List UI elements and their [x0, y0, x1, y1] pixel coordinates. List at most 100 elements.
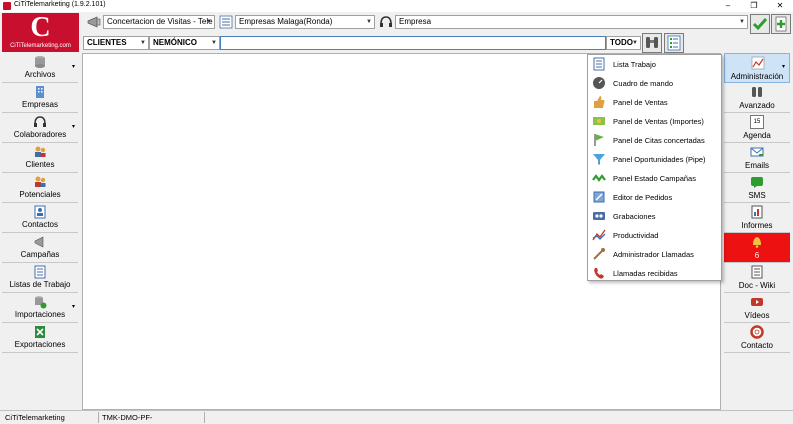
sidebar-item-empresas[interactable]: Empresas: [2, 83, 78, 113]
menu-item-editor-de-pedidos[interactable]: Editor de Pedidos: [588, 188, 721, 207]
chevron-down-icon[interactable]: ▾: [782, 63, 785, 70]
menu-item-panel-de-citas-concertadas[interactable]: Panel de Citas concertadas: [588, 131, 721, 150]
megaphone-icon: [34, 236, 44, 248]
menu-item-llamadas-recibidas[interactable]: Llamadas recibidas: [588, 264, 721, 283]
menu-item-label: Llamadas recibidas: [613, 269, 678, 278]
menu-item-lista-trabajo[interactable]: Lista Trabajo: [588, 55, 721, 74]
rightbar-item-alerts[interactable]: 6: [724, 233, 790, 263]
rightbar-item-avanzado[interactable]: Avanzado: [724, 83, 790, 113]
flag-icon: [594, 134, 604, 146]
megaphone-icon[interactable]: [86, 14, 102, 30]
building-icon: [36, 86, 44, 98]
prospects-icon: [35, 176, 46, 187]
clients-select[interactable]: CLIENTES ▼: [83, 36, 149, 50]
logo-letter: C: [30, 12, 51, 43]
window-title: CiTiTelemarketing (1.9.2.101): [14, 1, 106, 8]
chevron-down-icon: ▾: [71, 304, 75, 310]
logo-url: CiTiTelemarketing.com: [10, 43, 71, 49]
menu-item-panel-de-ventas[interactable]: Panel de Ventas: [588, 93, 721, 112]
list-icon[interactable]: [218, 14, 234, 30]
headset-icon[interactable]: [378, 14, 394, 30]
document-icon: [751, 265, 763, 279]
list-icon: [34, 265, 46, 279]
contact-card-icon: [34, 205, 46, 219]
rightbar-item-label: Informes: [741, 221, 773, 230]
rightbar-item-label: Avanzado: [739, 101, 775, 110]
chevron-down-icon: ▾: [71, 124, 75, 130]
rightbar-item-doc-wiki[interactable]: Doc - Wiki: [724, 263, 790, 293]
sidebar-item-label: Exportaciones: [14, 340, 66, 349]
scope-select[interactable]: TODO ▼: [606, 36, 641, 50]
brand-logo: C CiTiTelemarketing.com: [2, 13, 79, 52]
sidebar-item-colaboradores[interactable]: Colaboradores ▾: [2, 113, 78, 143]
sidebar-item-potenciales[interactable]: Potenciales: [2, 173, 78, 203]
productivity-chart-icon: [592, 229, 606, 241]
menu-item-label: Cuadro de mando: [613, 79, 674, 88]
menu-item-productividad[interactable]: Productividad: [588, 226, 721, 245]
type-select-value: Empresa: [399, 17, 432, 26]
type-select[interactable]: Empresa ▼: [395, 15, 748, 29]
phone-icon: [594, 268, 604, 279]
search-button[interactable]: [642, 33, 662, 53]
minimize-button[interactable]: –: [716, 0, 740, 12]
close-button[interactable]: ✕: [768, 0, 792, 12]
menu-item-grabaciones[interactable]: Grabaciones: [588, 207, 721, 226]
accept-button[interactable]: [750, 14, 770, 34]
rightbar-item-sms[interactable]: SMS: [724, 173, 790, 203]
sidebar-item-contactos[interactable]: Contactos: [2, 203, 78, 233]
alert-count: 6: [754, 251, 760, 260]
call-admin-icon: [593, 248, 605, 260]
sidebar-item-label: Empresas: [21, 100, 58, 109]
left-sidebar: Archivos ▾ Empresas Colaboradores ▾ Clie…: [2, 53, 78, 353]
menu-item-label: Grabaciones: [613, 212, 656, 221]
rightbar-item-administracion[interactable]: Administración: [724, 53, 790, 83]
rightbar-item-emails[interactable]: Emails: [724, 143, 790, 173]
restore-button[interactable]: ❐: [742, 0, 766, 12]
sidebar-item-importaciones[interactable]: Importaciones ▾: [2, 293, 78, 323]
sidebar-item-listas-de-trabajo[interactable]: Listas de Trabajo: [2, 263, 78, 293]
new-record-button[interactable]: [771, 14, 791, 34]
menu-item-label: Panel Estado Campañas: [613, 174, 696, 183]
sidebar-item-label: Potenciales: [19, 190, 61, 199]
administracion-menu: Lista Trabajo Cuadro de mando Panel de V…: [587, 54, 722, 281]
chat-bubble-icon: [751, 177, 763, 188]
database-import-icon: [35, 296, 47, 309]
status-code: TMK-DMO-PF-E9995999P999: [100, 412, 205, 423]
clients-select-value: CLIENTES: [87, 38, 127, 47]
sidebar-item-label: Importaciones: [14, 310, 66, 319]
rightbar-item-label: SMS: [748, 191, 766, 200]
field-select[interactable]: NEMÓNICO ▼: [149, 36, 220, 50]
rightbar-item-agenda[interactable]: 15 Agenda: [724, 113, 790, 143]
status-company: CiTiTelemarketing DEMOS.: [3, 412, 99, 423]
menu-item-label: Administrador Llamadas: [613, 250, 694, 259]
search-input[interactable]: [220, 36, 606, 50]
sidebar-item-label: Contactos: [21, 220, 59, 229]
rightbar-item-informes[interactable]: Informes: [724, 203, 790, 233]
sidebar-item-exportaciones[interactable]: Exportaciones: [2, 323, 78, 353]
excel-export-icon: [35, 326, 45, 338]
menu-item-label: Lista Trabajo: [613, 60, 656, 69]
youtube-icon: [751, 298, 763, 306]
email-icon: [750, 147, 764, 157]
menu-item-cuadro-de-mando[interactable]: Cuadro de mando: [588, 74, 721, 93]
sidebar-item-clientes[interactable]: Clientes: [2, 143, 78, 173]
checkmark-icon: [752, 18, 768, 31]
filter-list-button[interactable]: [664, 33, 684, 53]
field-select-value: NEMÓNICO: [153, 38, 197, 47]
list-select[interactable]: Empresas Malaga(Ronda) ▼: [235, 15, 375, 29]
status-bar: CiTiTelemarketing DEMOS. TMK-DMO-PF-E999…: [0, 410, 793, 424]
menu-item-panel-estado-campanas[interactable]: Panel Estado Campañas: [588, 169, 721, 188]
chevron-down-icon: ▾: [71, 64, 75, 70]
campaign-select-value: Concertacion de Visitas - Tele: [107, 17, 213, 26]
sidebar-item-campanas[interactable]: Campañas: [2, 233, 78, 263]
campaign-select[interactable]: Concertacion de Visitas - Tele ▼: [103, 15, 215, 29]
chevron-down-icon: ▼: [366, 19, 372, 25]
menu-item-label: Editor de Pedidos: [613, 193, 673, 202]
menu-item-panel-oportunidades-pipe[interactable]: Panel Oportunidades (Pipe): [588, 150, 721, 169]
menu-item-panel-de-ventas-importes[interactable]: Panel de Ventas (Importes): [588, 112, 721, 131]
rightbar-item-contacto[interactable]: Contacto: [724, 323, 790, 353]
menu-item-administrador-llamadas[interactable]: Administrador Llamadas: [588, 245, 721, 264]
rightbar-item-videos[interactable]: Vídeos: [724, 293, 790, 323]
sidebar-item-archivos[interactable]: Archivos ▾: [2, 53, 78, 83]
order-editor-icon: [593, 191, 605, 203]
